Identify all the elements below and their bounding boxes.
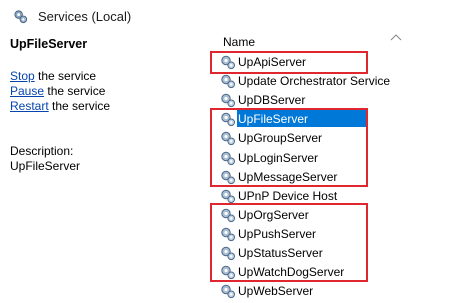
pause-link[interactable]: Pause: [10, 84, 44, 98]
highlight-box-file-to-message: [210, 108, 368, 187]
service-row[interactable]: UpDBServer: [210, 90, 475, 109]
restart-action-text: the service: [48, 99, 111, 113]
window-title: Services (Local): [38, 9, 132, 24]
pause-action: Pause the service: [10, 84, 105, 98]
restart-link[interactable]: Restart: [10, 99, 49, 113]
service-gear-icon: [221, 284, 235, 299]
name-column-header[interactable]: Name: [210, 33, 475, 50]
service-row[interactable]: UPnP Device Host: [210, 186, 475, 205]
highlight-box-apiserver: [210, 51, 368, 74]
service-name-heading: UpFileServer: [10, 37, 88, 51]
service-gear-icon: [221, 93, 235, 108]
stop-action-text: the service: [34, 69, 97, 83]
chevron-up-icon: [390, 34, 402, 41]
service-gear-icon: [221, 189, 235, 203]
stop-link[interactable]: Stop: [10, 69, 35, 83]
pause-action-text: the service: [44, 84, 106, 98]
restart-action: Restart the service: [10, 99, 110, 113]
services-gear-icon: [14, 10, 28, 24]
service-name: UPnP Device Host: [238, 188, 338, 203]
service-name: UpDBServer: [238, 93, 306, 108]
name-column-label: Name: [223, 35, 256, 49]
service-gear-icon: [221, 74, 235, 89]
description-label: Description:: [10, 144, 74, 158]
highlight-box-org-to-watchdog: [210, 203, 368, 282]
service-name: Update Orchestrator Service: [238, 74, 391, 89]
stop-action: Stop the service: [10, 69, 96, 83]
service-name: UpWebServer: [238, 284, 314, 299]
service-row[interactable]: UpWebServer: [210, 281, 475, 300]
description-value: UpFileServer: [10, 159, 81, 173]
service-details-pane: UpFileServer Stop the service Pause the …: [0, 33, 210, 303]
